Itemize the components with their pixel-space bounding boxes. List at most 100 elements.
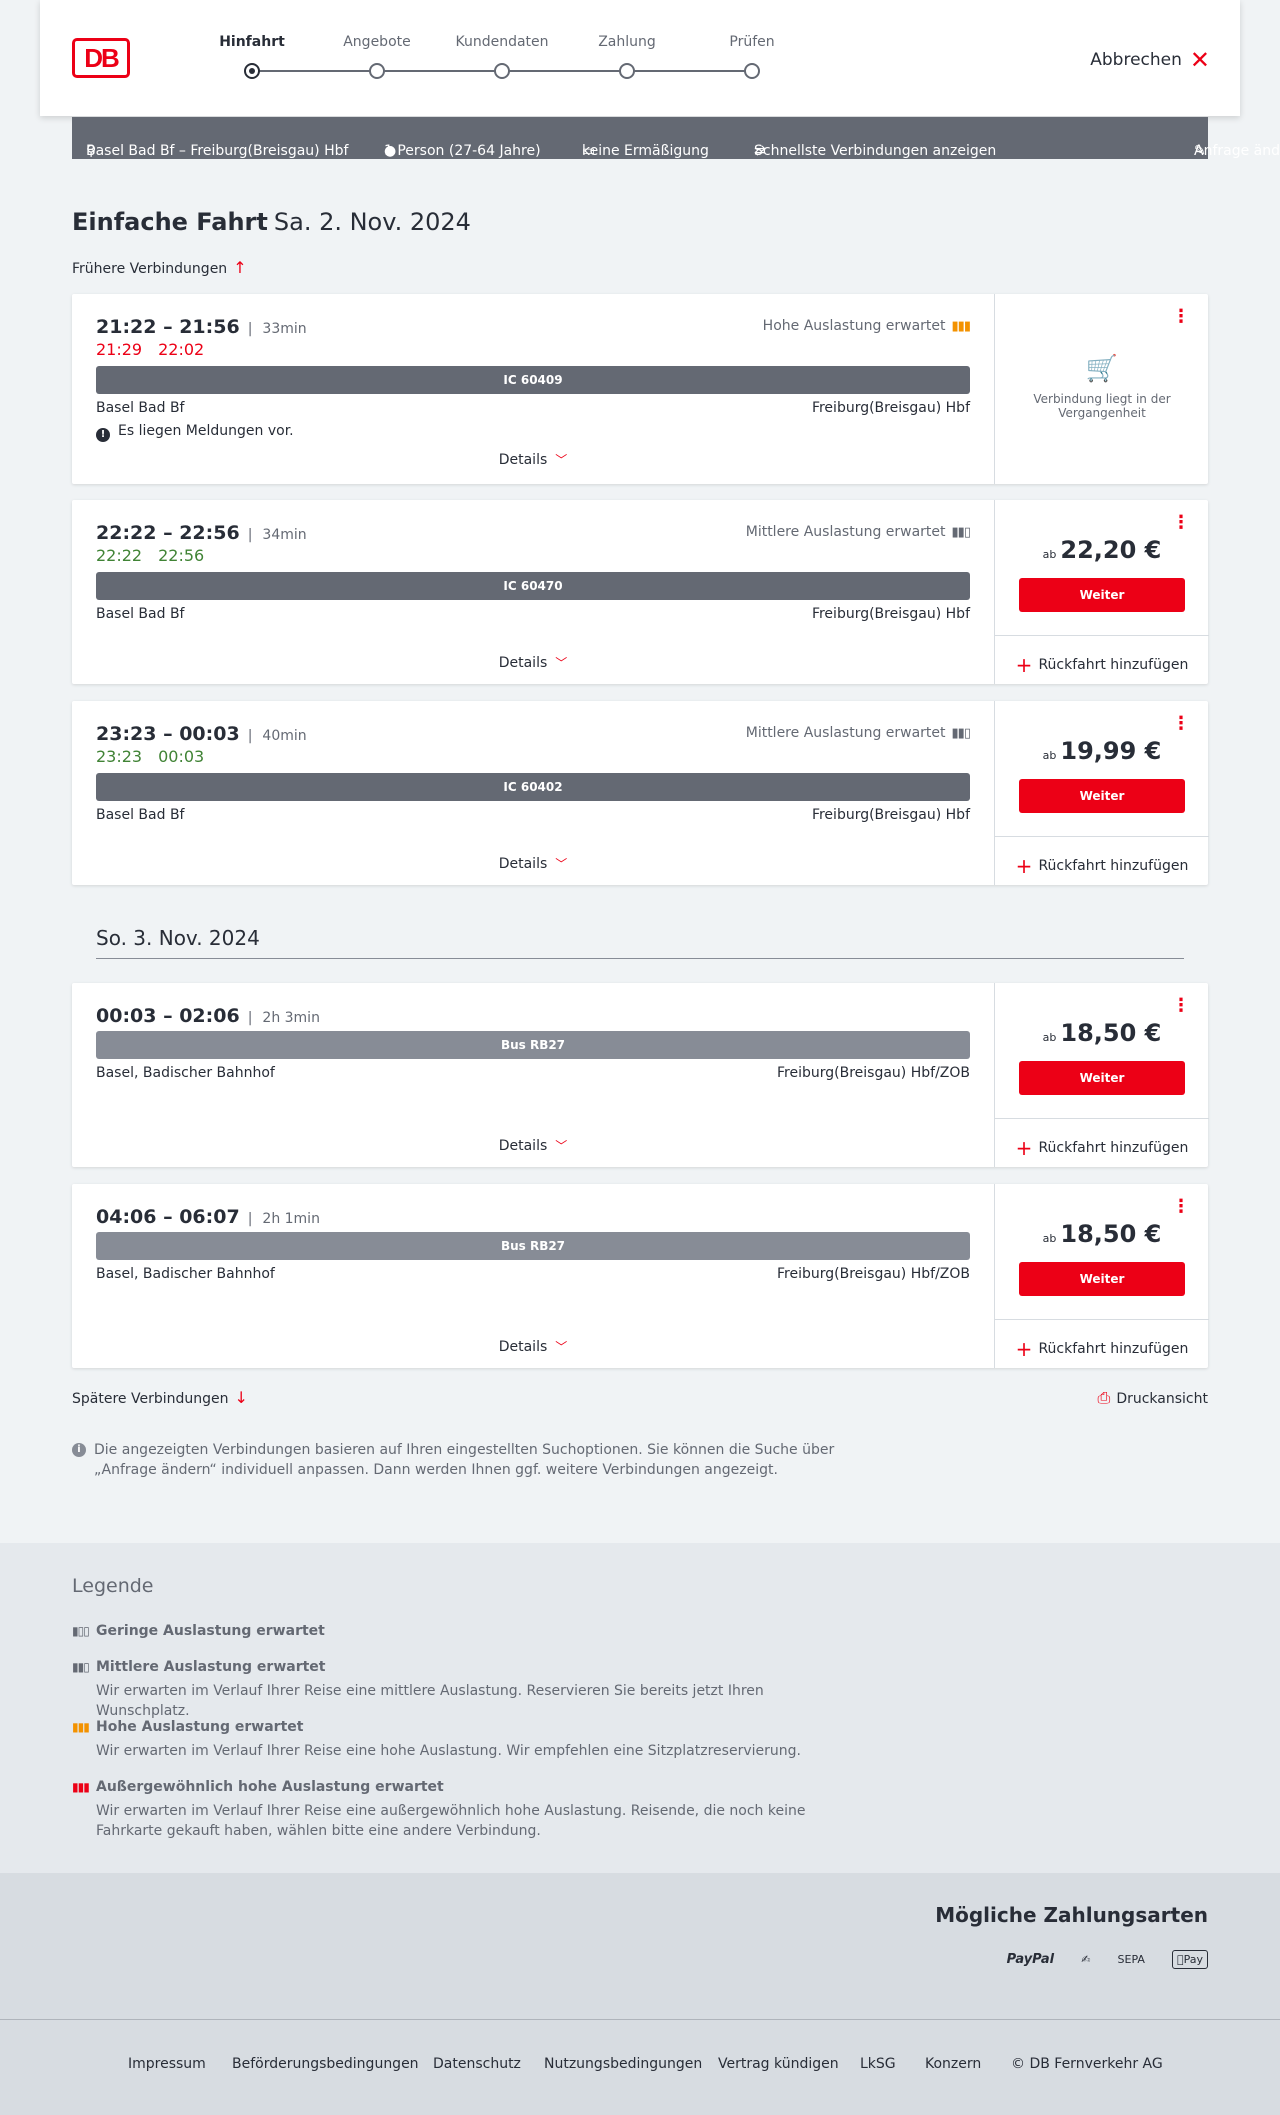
legend-desc: Wir erwarten im Verlauf Ihrer Reise eine… <box>96 1683 764 1719</box>
connection-times: 23:23 – 00:03 40min <box>96 723 307 745</box>
message-notice: ! Es liegen Meldungen vor. <box>96 423 294 442</box>
chevron-down-icon: ﹀ <box>555 656 568 670</box>
add-return-button[interactable]: + Rückfahrt hinzufügen <box>995 635 1209 684</box>
more-options-icon[interactable]: ⋮ <box>1172 308 1190 326</box>
price-value: 22,20 € <box>1060 536 1162 564</box>
times-label: 21:22 – 21:56 <box>96 316 240 338</box>
connection-card[interactable]: 22:22 – 22:56 34min 22:22 22:56 Mittlere A… <box>72 500 1209 684</box>
earlier-connections-link[interactable]: Frühere Verbindungen ↑ <box>72 258 247 277</box>
payment-icons: PayPal ✍ SEPA Pay <box>985 1949 1208 1970</box>
connection-card[interactable]: 21:22 – 21:56 33min 21:29 22:02 Hohe Ausla… <box>72 294 1208 484</box>
details-toggle[interactable]: Details ﹀ <box>72 855 994 872</box>
change-query-label: Anfrage ändern <box>1194 143 1280 159</box>
footer: Impressum Beförderungsbedingungen Datens… <box>0 2019 1280 2115</box>
realtime-departure: 21:29 <box>96 340 143 359</box>
info-note: i Die angezeigten Verbindungen basieren a… <box>72 1440 862 1480</box>
footer-link-befoerderung[interactable]: Beförderungsbedingungen <box>232 2056 419 2072</box>
price-prefix: ab <box>1042 1031 1057 1044</box>
duration-label: 2h 3min <box>248 1010 320 1026</box>
occupancy-label: Mittlere Auslastung erwartet <box>745 725 946 741</box>
discount-label: keine Ermäßigung <box>582 143 709 159</box>
plus-icon: + <box>1015 854 1033 878</box>
footer-link-datenschutz[interactable]: Datenschutz <box>433 2056 521 2072</box>
more-options-icon[interactable]: ⋮ <box>1172 715 1190 733</box>
details-toggle[interactable]: Details ﹀ <box>72 1338 994 1355</box>
add-return-button[interactable]: + Rückfahrt hinzufügen <box>995 1118 1209 1167</box>
legend-item: ▮▮▮ Hohe Auslastung erwartet Wir erwarten … <box>72 1719 856 1761</box>
legend-label: Mittlere Auslastung erwartet <box>96 1659 326 1675</box>
details-toggle[interactable]: Details ﹀ <box>72 654 994 671</box>
arrival-station: Freiburg(Breisgau) Hbf/ZOB <box>777 1266 970 1282</box>
legend-item: ▮▯▯ Geringe Auslastung erwartet <box>72 1623 325 1639</box>
step-hinfahrt: Hinfahrt <box>219 34 285 50</box>
duration-label: 34min <box>248 527 307 543</box>
db-logo[interactable]: DB <box>72 38 130 78</box>
cancel-button[interactable]: Abbrechen ✕ <box>1090 46 1210 74</box>
direct-debit-icon: ✍ <box>1081 1953 1091 1966</box>
realtime-departure: 23:23 <box>96 747 143 766</box>
realtime-info: 21:29 22:02 <box>96 340 220 359</box>
add-return-button[interactable]: + Rückfahrt hinzufügen <box>995 1319 1209 1368</box>
paypal-icon: PayPal <box>1006 1952 1055 1967</box>
departure-station: Basel Bad Bf <box>96 606 185 622</box>
print-label: Druckansicht <box>1116 1391 1208 1407</box>
chevron-down-icon: ﹀ <box>555 453 568 467</box>
connection-times: 00:03 – 02:06 2h 3min <box>96 1005 320 1027</box>
departure-station: Basel Bad Bf <box>96 807 185 823</box>
info-icon: i <box>72 1443 86 1457</box>
title-date: Sa. 2. Nov. 2024 <box>273 208 471 236</box>
later-connections-link[interactable]: Spätere Verbindungen ↓ <box>72 1388 248 1407</box>
weiter-button[interactable]: Weiter <box>1019 578 1185 612</box>
weiter-button[interactable]: Weiter <box>1019 1061 1185 1095</box>
footer-link-konzern[interactable]: Konzern <box>925 2056 981 2072</box>
more-options-icon[interactable]: ⋮ <box>1172 1198 1190 1216</box>
step-dot <box>369 63 385 79</box>
more-options-icon[interactable]: ⋮ <box>1172 514 1190 532</box>
footer-link-lksg[interactable]: LkSG <box>860 2056 896 2072</box>
occupancy-indicator: Mittlere Auslastung erwartet ▮▮▯ <box>746 524 971 540</box>
sepa-icon: SEPA <box>1117 1953 1145 1966</box>
medium-occupancy-icon: ▮▮▯ <box>951 726 971 741</box>
earlier-label: Frühere Verbindungen <box>72 261 228 277</box>
connection-card[interactable]: 04:06 – 06:07 2h 1min Bus RB27 Basel, Bad… <box>72 1184 1209 1368</box>
weiter-button[interactable]: Weiter <box>1019 1262 1185 1296</box>
legend-item: ▮▮▮ Außergewöhnlich hohe Auslastung erwar… <box>72 1779 856 1841</box>
add-return-button[interactable]: + Rückfahrt hinzufügen <box>995 836 1209 885</box>
step-zahlung: Zahlung <box>598 34 656 50</box>
plus-icon: + <box>1015 653 1033 677</box>
price-prefix: ab <box>1042 1232 1057 1245</box>
high-occupancy-icon: ▮▮▮ <box>951 319 971 334</box>
footer-link-vertrag[interactable]: Vertrag kündigen <box>718 2056 839 2072</box>
connection-info: 23:23 – 00:03 40min 23:23 00:03 Mittlere A… <box>72 701 994 885</box>
print-link[interactable]: ⎙ Druckansicht <box>1098 1388 1208 1408</box>
progress-steps: Hinfahrt Angebote Kundendaten Zahlung Pr… <box>182 34 775 84</box>
connection-info: 00:03 – 02:06 2h 3min Bus RB27 Basel, Bad… <box>72 983 994 1167</box>
connection-info: 21:22 – 21:56 33min 21:29 22:02 Hohe Ausla… <box>72 294 994 484</box>
chevron-down-icon: ﹀ <box>555 1340 568 1354</box>
footer-link-nutzung[interactable]: Nutzungsbedingungen <box>544 2056 702 2072</box>
details-toggle[interactable]: Details ﹀ <box>72 451 994 468</box>
price: ab 22,20 € <box>995 536 1209 564</box>
route-label: Basel Bad Bf – Freiburg(Breisgau) Hbf <box>86 143 349 159</box>
realtime-arrival: 00:03 <box>158 747 205 766</box>
query-bar: ⚲ Basel Bad Bf – Freiburg(Breisgau) Hbf … <box>72 117 1280 159</box>
weiter-button[interactable]: Weiter <box>1019 779 1185 813</box>
details-toggle[interactable]: Details ﹀ <box>72 1137 994 1154</box>
persons-label: 1 Person (27-64 Jahre) <box>384 143 541 159</box>
footer-link-impressum[interactable]: Impressum <box>128 2056 206 2072</box>
more-options-icon[interactable]: ⋮ <box>1172 997 1190 1015</box>
arrival-station: Freiburg(Breisgau) Hbf/ZOB <box>777 1065 970 1081</box>
offer-panel: ⋮ ab 22,20 € Weiter + Rückfahrt hinzufügen <box>994 500 1209 684</box>
day-heading: So. 3. Nov. 2024 <box>96 926 260 950</box>
connection-card[interactable]: 23:23 – 00:03 40min 23:23 00:03 Mittlere A… <box>72 701 1209 885</box>
connection-times: 04:06 – 06:07 2h 1min <box>96 1206 320 1228</box>
step-dot <box>494 63 510 79</box>
pencil-icon: ✎ <box>1194 143 1206 159</box>
connection-info: 22:22 – 22:56 34min 22:22 22:56 Mittlere A… <box>72 500 994 684</box>
arrow-down-icon: ↓ <box>234 1388 248 1407</box>
details-label: Details <box>498 1339 548 1355</box>
duration-label: 2h 1min <box>248 1211 320 1227</box>
cancel-label: Abbrechen <box>1090 50 1182 70</box>
details-label: Details <box>498 452 548 468</box>
connection-card[interactable]: 00:03 – 02:06 2h 3min Bus RB27 Basel, Bad… <box>72 983 1209 1167</box>
